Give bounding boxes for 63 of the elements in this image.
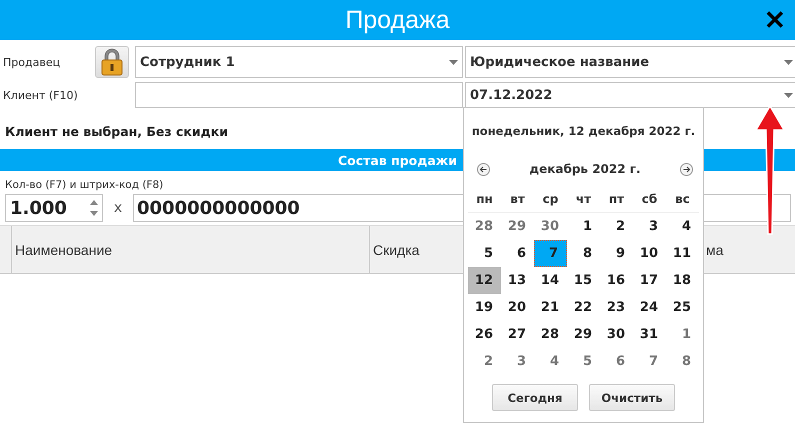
weekday-label: вт [501,186,534,213]
today-date-text: понедельник, 12 декабря 2022 г. [470,124,696,138]
date-dropdown[interactable]: 07.12.2022 [465,82,795,108]
calendar-day[interactable]: 2 [468,348,501,375]
calendar-day[interactable]: 6 [501,240,534,267]
calendar-day[interactable]: 8 [666,348,699,375]
calendar-day[interactable]: 30 [600,321,633,348]
caret-icon [784,60,793,64]
calendar-day[interactable]: 11 [666,240,699,267]
previous-month-icon[interactable] [477,162,490,176]
weekday-label: пн [468,186,501,213]
calendar-day[interactable]: 26 [468,321,501,348]
calendar-day[interactable]: 1 [666,321,699,348]
section-title: Состав продажи [338,152,457,168]
window-title: Продажа [345,6,450,34]
calendar-day[interactable]: 20 [501,294,534,321]
caret-icon [784,92,793,98]
calendar-day[interactable]: 12 [468,267,501,294]
weekday-label: ср [534,186,567,213]
multiply-sign: x [112,200,124,216]
calendar-day[interactable]: 4 [534,348,567,375]
weekday-label: пт [600,186,633,213]
calendar-day[interactable]: 24 [633,294,666,321]
calendar-day[interactable]: 5 [567,348,600,375]
calendar-day[interactable]: 27 [501,321,534,348]
calendar-day[interactable]: 29 [567,321,600,348]
calendar-day[interactable]: 9 [600,240,633,267]
month-title: декабрь 2022 г. [529,162,641,176]
today-button[interactable]: Сегодня [492,384,578,411]
spinner-icon[interactable] [90,199,98,217]
clear-button[interactable]: Очистить [589,384,675,411]
legal-name-dropdown[interactable]: Юридическое название [465,46,795,78]
client-field[interactable] [135,82,463,108]
calendar-day[interactable]: 21 [534,294,567,321]
client-status: Клиент не выбран, Без скидки [5,124,228,139]
calendar-day[interactable]: 19 [468,294,501,321]
calendar-day[interactable]: 28 [534,321,567,348]
quantity-label: Кол-во (F7) и штрих-код (F8) [5,179,164,192]
calendar-day[interactable]: 5 [468,240,501,267]
calendar-day[interactable]: 22 [567,294,600,321]
quantity-field[interactable]: 1.000 [5,194,103,222]
weekday-label: чт [567,186,600,213]
calendar-day[interactable]: 25 [666,294,699,321]
seller-label: Продавец [3,56,62,68]
padlock-icon [100,48,124,76]
weekday-label: вс [666,186,699,213]
calendar-day[interactable]: 10 [633,240,666,267]
weekday-label: сб [633,186,666,213]
calendar-day[interactable]: 7 [534,240,567,267]
column-header: ма [705,240,724,260]
next-month-icon[interactable] [680,162,693,176]
calendar-day[interactable]: 7 [633,348,666,375]
calendar-day[interactable]: 31 [633,321,666,348]
lock-button[interactable] [95,46,129,78]
calendar-day[interactable]: 8 [567,240,600,267]
close-button[interactable]: ✕ [761,6,789,34]
seller-dropdown[interactable]: Сотрудник 1 [135,46,463,78]
calendar-day[interactable]: 23 [600,294,633,321]
column-header: Наименование [12,226,370,273]
caret-icon [449,60,458,64]
client-label: Клиент (F10) [3,88,79,102]
calendar-day[interactable]: 3 [501,348,534,375]
calendar-day[interactable]: 6 [600,348,633,375]
